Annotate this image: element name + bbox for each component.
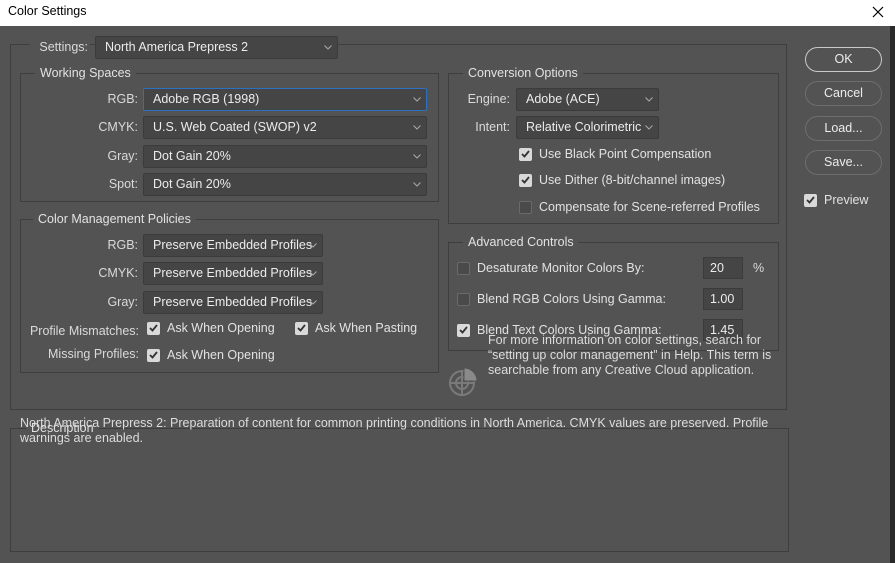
- intent-dropdown[interactable]: Relative Colorimetric: [516, 116, 659, 139]
- close-icon: [872, 6, 884, 18]
- engine-value: Adobe (ACE): [526, 92, 600, 106]
- desaturate-label: Desaturate Monitor Colors By:: [477, 261, 645, 275]
- black-point-checkbox[interactable]: Use Black Point Compensation: [519, 146, 711, 162]
- ws-rgb-value: Adobe RGB (1998): [153, 92, 260, 106]
- mismatch-ask-pasting-checkbox[interactable]: Ask When Pasting: [295, 320, 417, 336]
- checkmark-icon: [295, 321, 308, 335]
- blend-rgb-input[interactable]: 1.00: [703, 288, 743, 310]
- blend-rgb-checkbox[interactable]: Blend RGB Colors Using Gamma:: [457, 291, 666, 307]
- ws-cmyk-dropdown[interactable]: U.S. Web Coated (SWOP) v2: [143, 116, 427, 139]
- intent-value: Relative Colorimetric: [526, 120, 642, 134]
- checkmark-icon: [457, 323, 470, 337]
- title-bar: Color Settings: [0, 0, 895, 26]
- ws-cmyk-value: U.S. Web Coated (SWOP) v2: [153, 120, 317, 134]
- desaturate-checkbox[interactable]: Desaturate Monitor Colors By:: [457, 260, 644, 276]
- policy-rgb-dropdown[interactable]: Preserve Embedded Profiles: [143, 234, 323, 257]
- desaturate-input[interactable]: 20: [703, 257, 743, 279]
- preview-checkbox[interactable]: Preview: [804, 192, 868, 208]
- ws-gray-value: Dot Gain 20%: [153, 149, 231, 163]
- window-edge: [890, 26, 895, 563]
- window-title: Color Settings: [8, 4, 87, 18]
- ws-gray-dropdown[interactable]: Dot Gain 20%: [143, 145, 427, 168]
- settings-dropdown[interactable]: North America Prepress 2: [95, 36, 338, 59]
- preview-label: Preview: [824, 193, 869, 207]
- engine-dropdown[interactable]: Adobe (ACE): [516, 88, 659, 111]
- chevron-down-icon: [412, 89, 422, 110]
- close-button[interactable]: [867, 1, 889, 23]
- ws-spot-value: Dot Gain 20%: [153, 177, 231, 191]
- missing-ask-opening-checkbox[interactable]: Ask When Opening: [147, 347, 275, 363]
- dither-label: Use Dither (8-bit/channel images): [539, 173, 726, 187]
- info-text: For more information on color settings, …: [488, 333, 772, 377]
- ws-rgb-label: RGB:: [107, 92, 138, 106]
- chevron-down-icon: [308, 235, 318, 256]
- chevron-down-icon: [412, 174, 422, 195]
- policy-rgb-label: RGB:: [107, 238, 138, 252]
- policy-rgb-value: Preserve Embedded Profiles: [153, 238, 313, 252]
- desaturate-unit: %: [753, 261, 765, 275]
- intent-label: Intent:: [475, 120, 510, 134]
- mismatch-ask-opening-checkbox[interactable]: Ask When Opening: [147, 320, 275, 336]
- checkmark-icon: [147, 348, 160, 362]
- ws-cmyk-label: CMYK:: [98, 120, 138, 134]
- load-button[interactable]: Load...: [805, 116, 882, 141]
- black-point-label: Use Black Point Compensation: [539, 147, 712, 161]
- checkmark-icon: [519, 173, 532, 187]
- description-group: Description: [10, 420, 789, 552]
- missing-ask-opening-label: Ask When Opening: [167, 348, 275, 362]
- checkbox-empty-icon: [457, 261, 470, 275]
- scene-referred-label: Compensate for Scene-referred Profiles: [539, 200, 760, 214]
- checkbox-empty-icon: [457, 292, 470, 306]
- chevron-down-icon: [308, 263, 318, 284]
- checkmark-icon: [147, 321, 160, 335]
- mismatch-ask-pasting-label: Ask When Pasting: [315, 321, 418, 335]
- policy-cmyk-label: CMYK:: [98, 266, 138, 280]
- scene-referred-checkbox[interactable]: Compensate for Scene-referred Profiles: [519, 199, 760, 215]
- working-spaces-title: Working Spaces: [35, 65, 136, 81]
- ok-button[interactable]: OK: [805, 47, 882, 72]
- advanced-title: Advanced Controls: [463, 234, 579, 250]
- policy-cmyk-value: Preserve Embedded Profiles: [153, 266, 313, 280]
- settings-label: Settings:: [30, 37, 90, 57]
- ws-spot-dropdown[interactable]: Dot Gain 20%: [143, 173, 427, 196]
- description-text: North America Prepress 2: Preparation of…: [20, 416, 769, 445]
- mismatch-ask-opening-label: Ask When Opening: [167, 321, 275, 335]
- blend-rgb-label: Blend RGB Colors Using Gamma:: [477, 292, 666, 306]
- chevron-down-icon: [644, 89, 654, 110]
- policy-gray-dropdown[interactable]: Preserve Embedded Profiles: [143, 291, 323, 314]
- color-wheel-icon: [447, 366, 479, 398]
- checkbox-empty-icon: [519, 200, 532, 214]
- policy-cmyk-dropdown[interactable]: Preserve Embedded Profiles: [143, 262, 323, 285]
- chevron-down-icon: [308, 292, 318, 313]
- cancel-button[interactable]: Cancel: [805, 81, 882, 106]
- missing-profiles-label: Missing Profiles:: [48, 347, 139, 361]
- profile-mismatches-label: Profile Mismatches:: [29, 324, 139, 338]
- checkmark-icon: [804, 193, 817, 207]
- chevron-down-icon: [323, 37, 333, 58]
- policy-gray-value: Preserve Embedded Profiles: [153, 295, 313, 309]
- save-button[interactable]: Save...: [805, 150, 882, 175]
- chevron-down-icon: [644, 117, 654, 138]
- chevron-down-icon: [412, 117, 422, 138]
- ws-rgb-dropdown[interactable]: Adobe RGB (1998): [143, 88, 427, 111]
- conversion-title: Conversion Options: [463, 65, 583, 81]
- policy-gray-label: Gray:: [107, 295, 138, 309]
- policies-title: Color Management Policies: [33, 211, 196, 227]
- dither-checkbox[interactable]: Use Dither (8-bit/channel images): [519, 172, 725, 188]
- chevron-down-icon: [412, 146, 422, 167]
- ws-gray-label: Gray:: [107, 149, 138, 163]
- settings-value: North America Prepress 2: [105, 40, 249, 54]
- engine-label: Engine:: [467, 92, 510, 106]
- ws-spot-label: Spot:: [108, 177, 138, 191]
- checkmark-icon: [519, 147, 532, 161]
